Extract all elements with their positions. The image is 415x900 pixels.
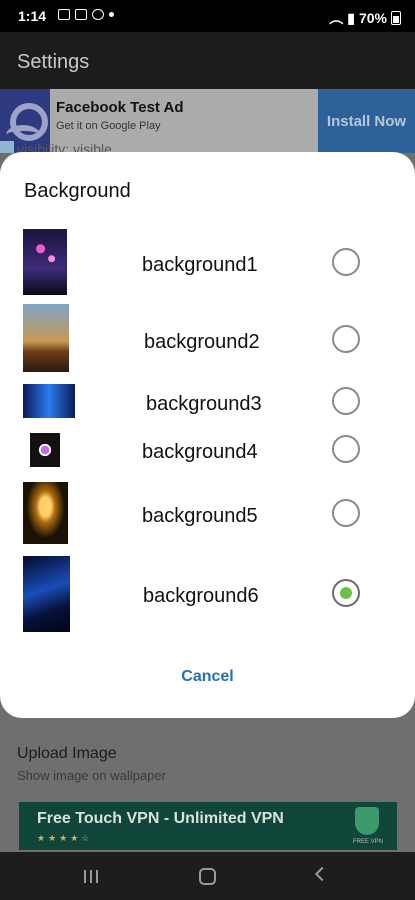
background-option-4[interactable]: background4: [0, 428, 415, 472]
option-label: background2: [144, 331, 260, 353]
background-option-5[interactable]: background5: [0, 480, 415, 546]
background3-thumbnail: [23, 384, 75, 418]
install-now-button[interactable]: Install Now: [318, 89, 415, 153]
image-icon: [58, 9, 70, 20]
laptop-icon: [75, 9, 87, 20]
background5-thumbnail: [23, 482, 68, 544]
background-option-3[interactable]: background3: [0, 382, 415, 422]
background6-thumbnail: [23, 556, 70, 632]
radio-button-6-selected[interactable]: [332, 579, 360, 607]
signal-icon: ▮: [347, 9, 355, 26]
radio-button-4[interactable]: [332, 435, 360, 463]
status-right: ︵ ▮ 70%: [329, 8, 401, 28]
app-bar: Settings: [0, 32, 415, 90]
option-label: background1: [142, 254, 258, 276]
option-label: background6: [143, 585, 259, 607]
ad-title: Facebook Test Ad: [56, 99, 184, 116]
ad-badge-text: FREE VPN: [352, 839, 383, 845]
background-option-1[interactable]: background1: [0, 227, 415, 297]
background4-thumbnail: [30, 433, 60, 467]
recent-apps-icon[interactable]: [84, 870, 98, 883]
adchoices-icon[interactable]: [0, 141, 14, 153]
ad-bottom-title: Free Touch VPN - Unlimited VPN: [37, 810, 284, 827]
rating-stars: ★★★★☆: [37, 833, 93, 843]
battery-percent: 70%: [358, 10, 387, 26]
battery-icon: [391, 11, 401, 25]
more-dot-icon: [109, 12, 114, 17]
background-option-2[interactable]: background2: [0, 302, 415, 377]
bottom-ad-banner[interactable]: Free Touch VPN - Unlimited VPN ★★★★☆ FRE…: [19, 802, 397, 850]
option-label: background5: [142, 505, 258, 527]
shield-icon: [355, 807, 379, 835]
radio-button-3[interactable]: [332, 387, 360, 415]
option-label: background4: [142, 441, 258, 463]
system-nav-bar: [0, 852, 415, 900]
background-option-6[interactable]: background6: [0, 554, 415, 634]
radio-button-2[interactable]: [332, 325, 360, 353]
notification-icons: [58, 9, 114, 20]
background1-thumbnail: [23, 229, 67, 295]
back-icon[interactable]: [314, 866, 330, 882]
home-icon[interactable]: [199, 868, 216, 885]
radio-button-5[interactable]: [332, 499, 360, 527]
ad-subtitle: Get it on Google Play: [56, 120, 161, 132]
radio-button-1[interactable]: [332, 248, 360, 276]
dialog-title: Background: [24, 180, 131, 202]
background2-thumbnail: [23, 304, 69, 372]
background-dialog: Background background1 background2 backg…: [0, 152, 415, 718]
cancel-button[interactable]: Cancel: [0, 668, 415, 686]
upload-image-subtitle: Show image on wallpaper: [17, 768, 166, 783]
option-label: background3: [146, 393, 262, 415]
page-title: Settings: [17, 51, 90, 73]
globe-icon: [92, 9, 104, 20]
wifi-icon: ︵: [329, 10, 344, 26]
upload-image-title[interactable]: Upload Image: [17, 745, 117, 763]
status-bar: 1:14 ︵ ▮ 70%: [0, 0, 415, 32]
status-time: 1:14: [18, 8, 47, 24]
